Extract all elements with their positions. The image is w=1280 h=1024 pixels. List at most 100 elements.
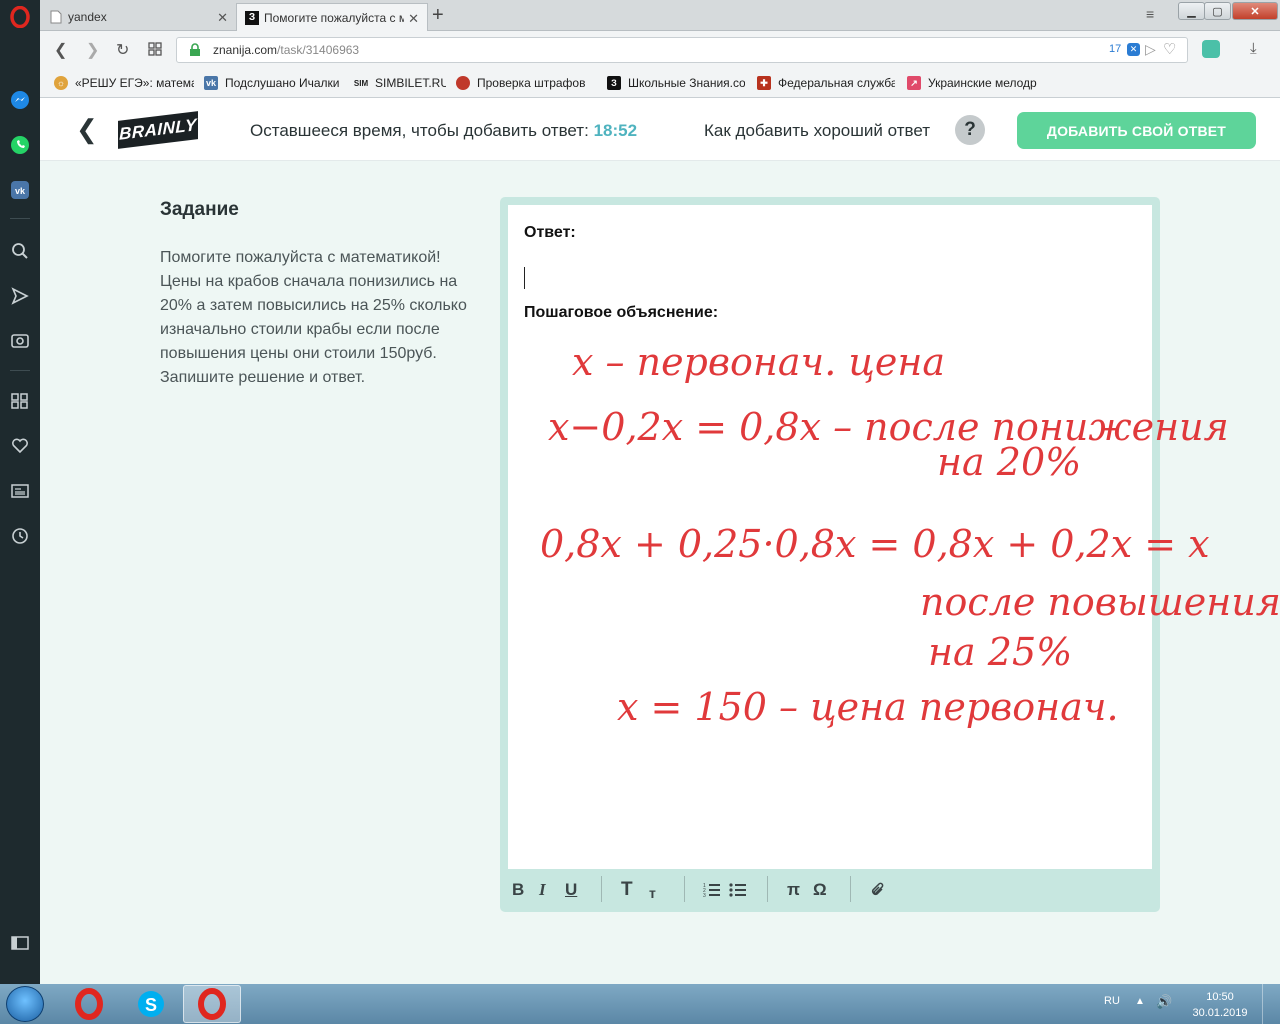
bookmark-label: Федеральная служба: [778, 76, 895, 90]
handwriting-line: x = 150 – цена первонач.: [617, 685, 1119, 729]
address-toolbar: ❮ ❯ ↻ znanija.com/task/31406963 17 ✕ ▷ ♡…: [40, 31, 1280, 69]
bookmark-simbilet[interactable]: SIM SIMBILET.RU: [354, 76, 446, 90]
bookmark-heart-icon[interactable]: ♡: [1163, 40, 1176, 58]
news-icon[interactable]: [9, 480, 31, 502]
vpn-extension-icon[interactable]: [1202, 40, 1220, 58]
vk-icon[interactable]: vk: [9, 179, 31, 201]
send-page-icon[interactable]: ▷: [1145, 41, 1156, 58]
minimize-button[interactable]: ▁: [1178, 2, 1205, 20]
new-tab-plus-icon[interactable]: +: [432, 4, 444, 27]
bookmark-podslushano[interactable]: vk Подслушано Ичалки: [204, 76, 344, 90]
opera-menu-icon[interactable]: [9, 6, 31, 28]
bookmarks-bar: ☼ «РЕШУ ЕГЭ»: матема vk Подслушано Ичалки …: [40, 69, 1280, 98]
messenger-icon[interactable]: [9, 89, 31, 111]
close-tab-icon[interactable]: ✕: [408, 11, 419, 27]
page-icon: [50, 10, 62, 24]
volume-icon[interactable]: 🔊: [1156, 994, 1172, 1010]
tab-yandex[interactable]: yandex ✕: [42, 3, 236, 31]
heart-icon[interactable]: [9, 435, 31, 457]
vk-favicon-icon: vk: [204, 76, 218, 90]
editor-toolbar: B I U T т 123 π Ω: [500, 873, 1160, 909]
clock-time: 10:50: [1206, 991, 1234, 1003]
handwriting-line: x−0,2x = 0,8x – после понижения: [548, 405, 1229, 449]
url-domain: znanija.com: [213, 43, 278, 57]
sim-favicon-icon: SIM: [354, 78, 369, 88]
handwriting-line: на 25%: [928, 630, 1072, 674]
pi-symbol-button[interactable]: π: [787, 879, 800, 901]
search-icon[interactable]: [9, 240, 31, 262]
url-path: /task/31406963: [277, 43, 360, 57]
bookmark-shkolnye-znaniya[interactable]: З Школьные Знания.co: [607, 76, 745, 90]
tray-expand-icon[interactable]: ▲: [1135, 996, 1145, 1007]
skype-taskbar-icon[interactable]: S: [122, 985, 180, 1023]
brainly-header: ❮ BRAINLY Оставшееся время, чтобы добави…: [40, 98, 1280, 161]
text-small-button[interactable]: т: [649, 882, 656, 904]
adblock-icon[interactable]: ✕: [1127, 43, 1140, 56]
time-remaining: Оставшееся время, чтобы добавить ответ: …: [250, 121, 637, 141]
clock[interactable]: 10:50 30.01.2019: [1190, 989, 1250, 1021]
toolbar-divider: [767, 876, 768, 902]
svg-text:S: S: [145, 995, 157, 1015]
melodrama-favicon-icon: ↗: [907, 76, 921, 90]
url-text: znanija.com/task/31406963: [213, 43, 359, 57]
bookmark-label: SIMBILET.RU: [375, 76, 446, 90]
camera-icon[interactable]: [9, 329, 31, 351]
text-large-button[interactable]: T: [621, 879, 633, 901]
omega-symbol-button[interactable]: Ω: [813, 879, 827, 901]
maximize-button[interactable]: ▢: [1204, 2, 1231, 20]
timer-value: 18:52: [593, 121, 638, 140]
tab-menu-icon[interactable]: ≡: [1146, 6, 1154, 22]
opera-active-taskbar-icon[interactable]: [183, 985, 241, 1023]
task-title: Задание: [160, 199, 239, 220]
bookmark-ukrainskie-melodramy[interactable]: ↗ Украинские мелодр: [907, 76, 1047, 90]
brainly-logo[interactable]: BRAINLY: [118, 111, 198, 149]
howto-link[interactable]: Как добавить хороший ответ: [704, 121, 930, 141]
speed-dial-icon[interactable]: [9, 390, 31, 412]
show-desktop-button[interactable]: [1262, 984, 1280, 1024]
tab-label: yandex: [68, 10, 107, 24]
emblem-favicon-icon: [456, 76, 470, 90]
tab-znanija[interactable]: З Помогите пожалуйста с м ✕: [236, 3, 428, 31]
opera-taskbar-icon[interactable]: [60, 985, 118, 1023]
whatsapp-icon[interactable]: [9, 134, 31, 156]
bookmark-favicon-icon: ☼: [54, 76, 68, 90]
add-answer-button[interactable]: ДОБАВИТЬ СВОЙ ОТВЕТ: [1017, 112, 1256, 149]
tab-label: Помогите пожалуйста с м: [264, 10, 404, 25]
handwriting-line: 0,8x + 0,25·0,8x = 0,8x + 0,2x = x: [540, 522, 1210, 566]
tabs-grid-icon[interactable]: [148, 42, 162, 61]
history-clock-icon[interactable]: [9, 525, 31, 547]
timer-label: Оставшееся время, чтобы добавить ответ:: [250, 121, 589, 140]
address-bar[interactable]: znanija.com/task/31406963 17 ✕ ▷ ♡: [176, 37, 1188, 63]
handwriting-line: после повышения: [920, 580, 1280, 624]
svg-text:vk: vk: [15, 186, 26, 196]
bookmark-shtrafy[interactable]: Проверка штрафов: [456, 76, 591, 90]
sidebar-toggle-icon[interactable]: [9, 932, 31, 954]
underline-button[interactable]: U: [565, 879, 577, 901]
back-chevron-icon[interactable]: ❮: [76, 114, 98, 145]
windows-start-button[interactable]: [6, 986, 44, 1022]
back-icon[interactable]: ❮: [54, 40, 67, 60]
bold-button[interactable]: B: [512, 879, 524, 901]
bookmark-federalnaya-sluzhba[interactable]: ✚ Федеральная служба: [757, 76, 895, 90]
text-caret: [524, 267, 525, 289]
znanija-favicon-icon: З: [245, 10, 259, 25]
download-icon[interactable]: ⤓: [1250, 40, 1257, 57]
reload-icon[interactable]: ↻: [116, 40, 129, 60]
fns-favicon-icon: ✚: [757, 76, 771, 90]
close-tab-icon[interactable]: ✕: [217, 10, 228, 26]
window-close-button[interactable]: ✕: [1232, 2, 1278, 20]
ordered-list-icon[interactable]: 123: [703, 879, 721, 901]
bookmark-reshu-ege[interactable]: ☼ «РЕШУ ЕГЭ»: матема: [54, 76, 194, 90]
help-question-icon[interactable]: ?: [955, 115, 985, 145]
badge-count: 17: [1109, 43, 1122, 55]
lock-icon: [190, 43, 200, 56]
clock-date: 30.01.2019: [1192, 1007, 1248, 1019]
keyboard-language[interactable]: RU: [1104, 995, 1120, 1007]
flow-send-icon[interactable]: [9, 285, 31, 307]
handwritten-solution-image: x – первонач. цена x−0,2x = 0,8x – после…: [540, 340, 1280, 729]
bullet-list-icon[interactable]: [729, 879, 747, 901]
toolbar-divider: [684, 876, 685, 902]
attachment-paperclip-icon[interactable]: [870, 879, 886, 901]
italic-button[interactable]: I: [539, 879, 546, 901]
forward-icon[interactable]: ❯: [86, 40, 99, 60]
